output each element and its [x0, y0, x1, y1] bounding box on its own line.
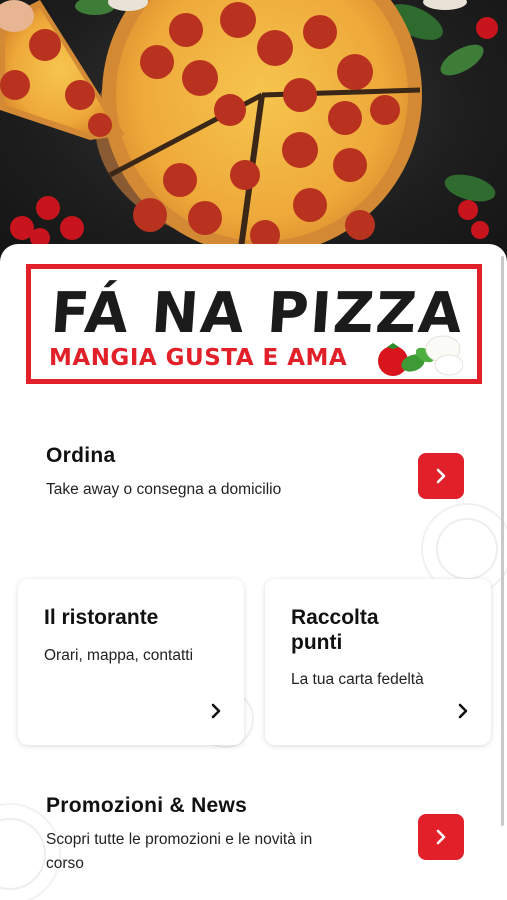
- order-section[interactable]: Ordina Take away o consegna a domicilio: [46, 444, 281, 502]
- chevron-right-icon: [458, 703, 468, 719]
- restaurant-description: Orari, mappa, contatti: [44, 647, 194, 664]
- loyalty-description: La tua carta fedeltà: [291, 671, 424, 688]
- chevron-right-icon: [211, 703, 221, 719]
- promotions-description: Scopri tutte le promozioni e le novità i…: [46, 828, 312, 876]
- promotions-title: Promozioni & News: [46, 794, 248, 817]
- order-description: Take away o consegna a domicilio: [46, 481, 282, 498]
- loyalty-title-line2: punti: [291, 631, 343, 654]
- promotions-description-line2: corso: [46, 855, 84, 872]
- promotions-description-line1: Scopri tutte le promozioni e le novità i…: [46, 831, 313, 848]
- order-button[interactable]: [418, 453, 464, 499]
- scrollbar[interactable]: [501, 256, 504, 826]
- pizza-illustration: [0, 0, 498, 256]
- loyalty-card[interactable]: Raccolta punti La tua carta fedeltà: [265, 579, 491, 745]
- promotions-button[interactable]: [418, 814, 464, 860]
- logo-subtitle: MANGIA GUSTA E AMA: [49, 345, 348, 371]
- loyalty-title: Raccolta punti: [291, 605, 379, 655]
- chevron-right-icon: [436, 468, 446, 484]
- loyalty-title-line1: Raccolta: [291, 606, 379, 629]
- promotions-section[interactable]: Promozioni & News Scopri tutte le promoz…: [46, 794, 312, 876]
- restaurant-title: Il ristorante: [44, 606, 159, 629]
- order-title: Ordina: [46, 444, 116, 467]
- restaurant-card[interactable]: Il ristorante Orari, mappa, contatti: [18, 579, 244, 745]
- tomato-basil-mozzarella-icon: [378, 335, 463, 376]
- brand-logo: FÁ NA PIZZA MANGIA GUSTA E AMA: [26, 264, 482, 384]
- chevron-right-icon: [436, 829, 446, 845]
- home-content: FÁ NA PIZZA MANGIA GUSTA E AMA Ordina Ta…: [0, 244, 507, 900]
- hero-pizza-image: [0, 0, 507, 262]
